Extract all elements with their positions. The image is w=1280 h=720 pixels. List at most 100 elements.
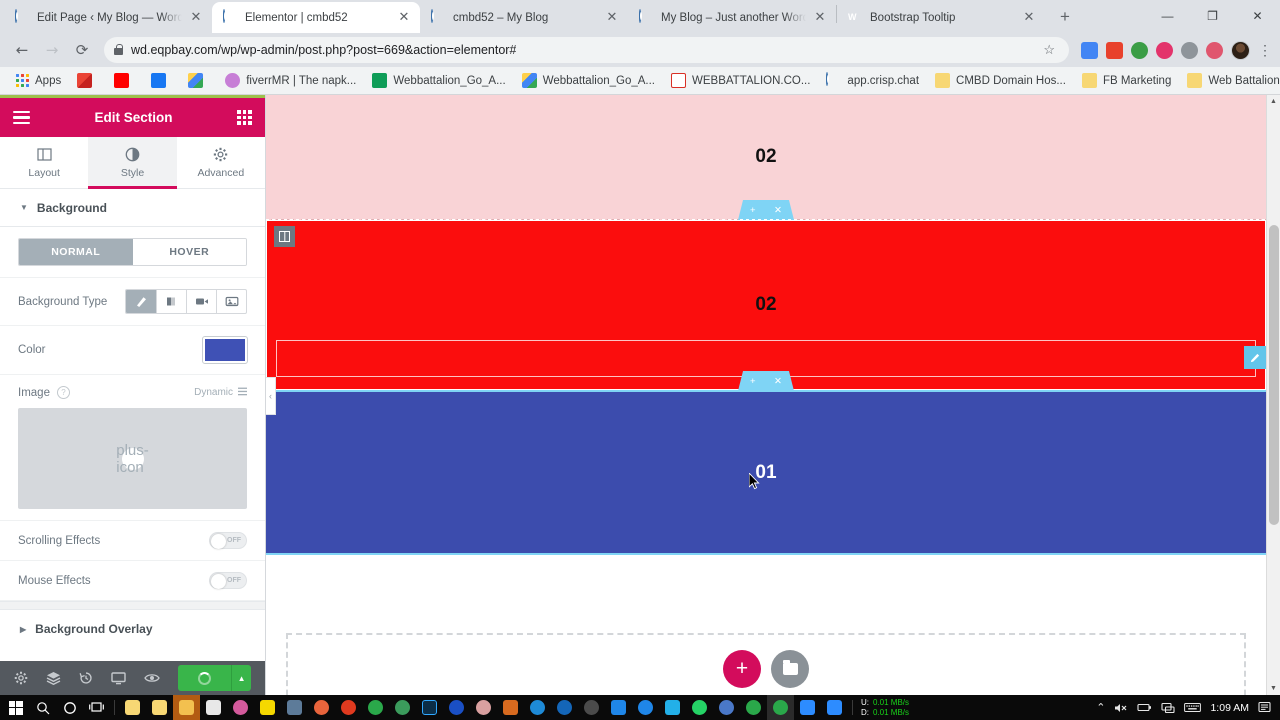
scroll-down-arrow[interactable]: ▼: [1267, 682, 1280, 695]
taskbar-app-firefox[interactable]: [308, 695, 335, 720]
taskbar-app-paint[interactable]: [227, 695, 254, 720]
mouse-effects-toggle[interactable]: OFF: [209, 572, 247, 589]
minimize-button[interactable]: —: [1145, 0, 1190, 31]
keyboard-icon[interactable]: [1184, 702, 1202, 713]
star-icon[interactable]: ☆: [1043, 42, 1055, 58]
remove-section-icon[interactable]: ✕: [774, 376, 782, 387]
scrollbar-thumb[interactable]: [1269, 225, 1279, 525]
taskbar-app-edge[interactable]: [713, 695, 740, 720]
browser-tab-3[interactable]: My Blog – Just another WordP ✕: [628, 2, 836, 33]
classic-brush-icon[interactable]: [126, 290, 156, 313]
battery-icon[interactable]: [1137, 702, 1152, 713]
bookmark-webbattalion-com[interactable]: WEBBATTALION.CO...: [663, 70, 818, 92]
publish-button[interactable]: [178, 665, 232, 691]
maximize-button[interactable]: ❐: [1190, 0, 1235, 31]
pink-section[interactable]: 02 + ✕: [266, 95, 1266, 220]
image-upload-area[interactable]: plus-icon: [18, 408, 247, 509]
blue-section[interactable]: 01: [266, 390, 1266, 555]
bookmark-fb-marketing[interactable]: FB Marketing: [1074, 70, 1179, 92]
cortana-circle-icon[interactable]: [56, 695, 83, 720]
new-tab-button[interactable]: +: [1051, 3, 1079, 31]
scrolling-effects-toggle[interactable]: OFF: [209, 532, 247, 549]
task-view-icon[interactable]: [83, 695, 110, 720]
tab-style[interactable]: Style: [88, 137, 177, 189]
bookmark-drive[interactable]: [180, 70, 217, 92]
tray-chevron-icon[interactable]: ⌃: [1096, 701, 1105, 714]
add-section-icon[interactable]: +: [750, 376, 756, 387]
taskbar-app-calculator[interactable]: [200, 695, 227, 720]
taskbar-app-explorer-3[interactable]: [173, 695, 200, 720]
taskbar-app-explorer-1[interactable]: [119, 695, 146, 720]
volume-muted-icon[interactable]: [1114, 702, 1128, 714]
world-extension-icon[interactable]: [1131, 41, 1148, 59]
browser-tab-4[interactable]: Bootstrap Tooltip ✕: [837, 2, 1045, 33]
color-swatch[interactable]: [202, 336, 248, 364]
browser-tab-1[interactable]: Elementor | cmbd52 ✕: [212, 2, 420, 33]
taskbar-app-paint2[interactable]: [470, 695, 497, 720]
background-overlay-section-header[interactable]: ▶ Background Overlay: [0, 610, 265, 648]
bookmark-cmbd-domain[interactable]: CMBD Domain Hos...: [927, 70, 1074, 92]
network-speed-indicator[interactable]: U: D: 0.01 MB/s 0.01 MB/s: [861, 698, 909, 718]
kebab-menu-icon[interactable]: ⋮: [1258, 42, 1272, 59]
taskbar-app-todoist[interactable]: [659, 695, 686, 720]
pencil-icon[interactable]: [1244, 346, 1266, 369]
background-section-header[interactable]: ▼ Background: [0, 189, 265, 227]
bookmark-crisp[interactable]: app.crisp.chat: [818, 70, 927, 92]
preview-eye-icon[interactable]: [144, 672, 160, 684]
grid-icon[interactable]: [237, 110, 252, 125]
bookmark-youtube[interactable]: [106, 70, 143, 92]
taskbar-app-explorer-2[interactable]: [146, 695, 173, 720]
add-new-section-area[interactable]: +: [286, 633, 1246, 695]
hamburger-icon[interactable]: [13, 111, 30, 124]
taskbar-clock[interactable]: 1:09 AM: [1210, 702, 1249, 714]
close-window-button[interactable]: ✕: [1235, 0, 1280, 31]
address-bar[interactable]: wd.eqpbay.com/wp/wp-admin/post.php?post=…: [104, 37, 1069, 63]
tab-close-icon[interactable]: ✕: [605, 11, 619, 25]
state-hover[interactable]: HOVER: [132, 239, 246, 265]
taskbar-app-photoshop[interactable]: [416, 695, 443, 720]
remove-section-icon[interactable]: ✕: [774, 205, 782, 216]
taskbar-app-opera[interactable]: [578, 695, 605, 720]
taskbar-app-camera[interactable]: [281, 695, 308, 720]
taskbar-app-imo[interactable]: [443, 695, 470, 720]
settings-gear-icon[interactable]: [14, 671, 28, 685]
browser-tab-0[interactable]: Edit Page ‹ My Blog — WordP ✕: [4, 2, 212, 33]
google-translate-icon[interactable]: [1081, 41, 1098, 59]
taskbar-app-zoom-1[interactable]: [794, 695, 821, 720]
tab-layout[interactable]: Layout: [0, 137, 88, 188]
info-icon[interactable]: ?: [56, 386, 70, 399]
scroll-up-arrow[interactable]: ▲: [1267, 95, 1280, 108]
target-extension-icon[interactable]: [1156, 41, 1173, 59]
video-icon[interactable]: [186, 290, 216, 313]
spiral-extension-icon[interactable]: [1206, 41, 1223, 59]
bookmark-fiverr[interactable]: fiverrMR | The napk...: [217, 70, 364, 92]
dynamic-tags-control[interactable]: Dynamic: [194, 387, 247, 399]
taskbar-app-ie[interactable]: [524, 695, 551, 720]
add-section-icon[interactable]: +: [750, 205, 756, 216]
taskbar-app-blue-1[interactable]: [551, 695, 578, 720]
forward-button[interactable]: →: [38, 36, 66, 64]
taskbar-app-chrome-2[interactable]: [389, 695, 416, 720]
taskbar-app-chrome-active[interactable]: [767, 695, 794, 720]
action-center-icon[interactable]: [1258, 701, 1271, 714]
publish-options-arrow[interactable]: ▲: [231, 665, 251, 691]
column-handle[interactable]: [274, 226, 295, 247]
percent-extension-icon[interactable]: [1106, 41, 1123, 59]
red-section[interactable]: 02 + ✕: [266, 219, 1266, 391]
reload-button[interactable]: ⟳: [68, 36, 96, 64]
page-scrollbar[interactable]: ▲ ▼: [1266, 95, 1280, 695]
avatar[interactable]: [1231, 40, 1250, 60]
taskbar-app-zoom-2[interactable]: [821, 695, 848, 720]
tab-close-icon[interactable]: ✕: [813, 11, 827, 25]
state-normal[interactable]: NORMAL: [19, 239, 133, 265]
taskbar-app-notes[interactable]: [254, 695, 281, 720]
bookmark-facebook[interactable]: [143, 70, 180, 92]
add-template-button[interactable]: [771, 650, 809, 688]
add-new-section-button[interactable]: +: [723, 650, 761, 688]
taskbar-app-brave[interactable]: [335, 695, 362, 720]
bookmark-webbattalion-drive[interactable]: Webbattalion_Go_A...: [514, 70, 663, 92]
slideshow-icon[interactable]: [216, 290, 246, 313]
tab-close-icon[interactable]: ✕: [1022, 11, 1036, 25]
browser-tab-2[interactable]: cmbd52 – My Blog ✕: [420, 2, 628, 33]
taskbar-app-chrome-1[interactable]: [362, 695, 389, 720]
